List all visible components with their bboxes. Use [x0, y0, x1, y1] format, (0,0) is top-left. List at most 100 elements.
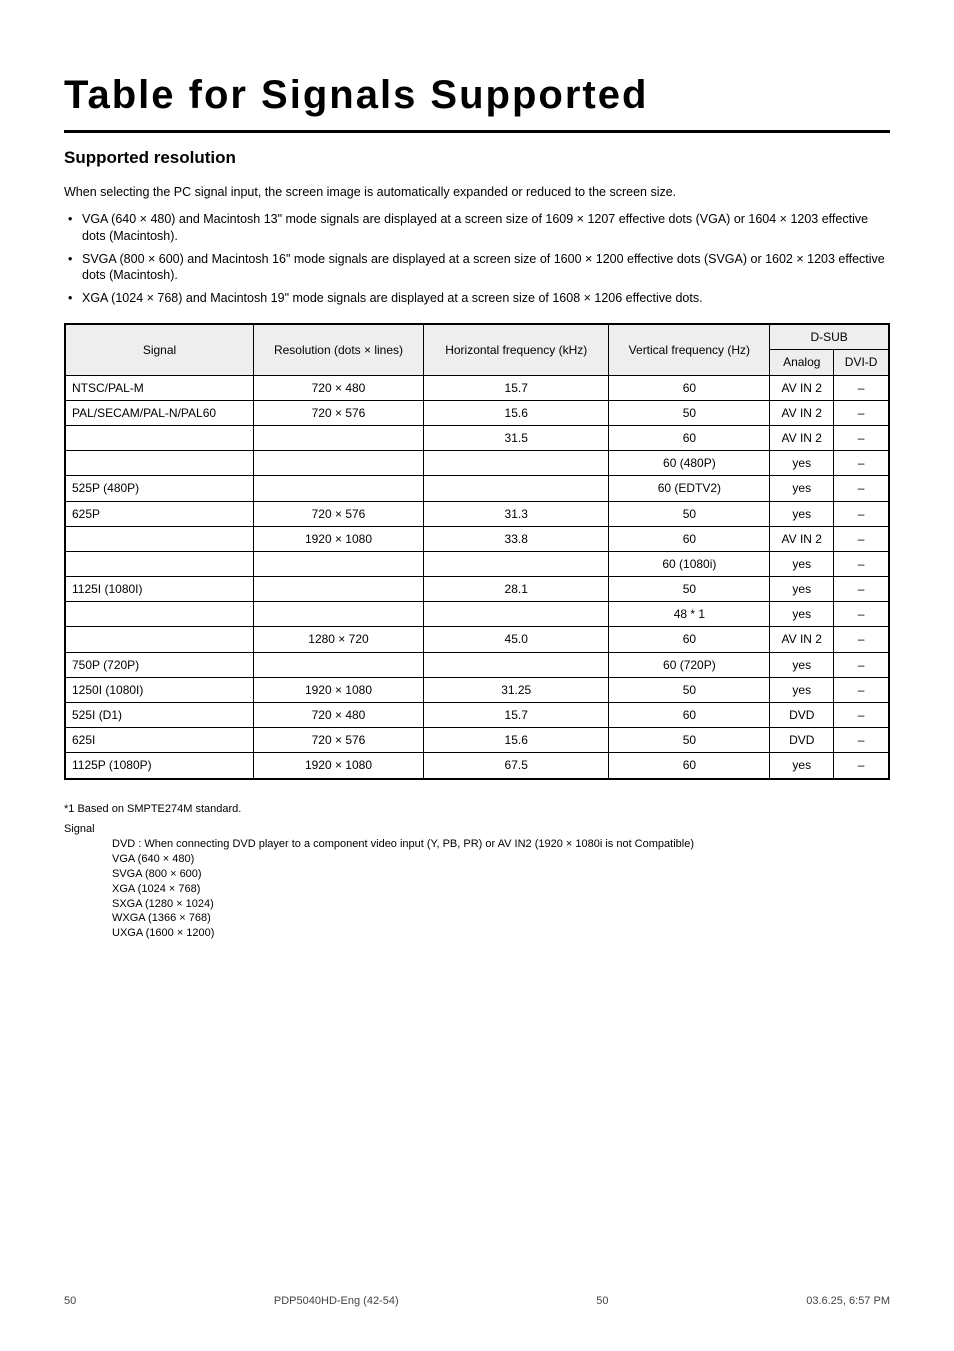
cell-signal — [65, 602, 254, 627]
note-signal-head: Signal — [64, 822, 890, 837]
note-line: VGA (640 × 480) — [64, 852, 890, 867]
cell-signal: 750P (720P) — [65, 652, 254, 677]
cell-hfreq: 28.1 — [423, 577, 609, 602]
list-item: VGA (640 × 480) and Macintosh 13" mode s… — [64, 211, 890, 245]
th-resolution: Resolution (dots × lines) — [254, 324, 424, 375]
cell-analog: yes — [770, 602, 834, 627]
list-item: SVGA (800 × 600) and Macintosh 16" mode … — [64, 251, 890, 285]
footer-date: 03.6.25, 6:57 PM — [806, 1294, 890, 1309]
cell-hfreq: 45.0 — [423, 627, 609, 652]
cell-vfreq: 60 (EDTV2) — [609, 476, 770, 501]
cell-signal: 1125I (1080I) — [65, 577, 254, 602]
cell-dvid: – — [834, 425, 889, 450]
cell-hfreq — [423, 476, 609, 501]
cell-dvid: – — [834, 375, 889, 400]
footer-center: PDP5040HD-Eng (42-54) — [274, 1294, 399, 1309]
cell-dvid: – — [834, 627, 889, 652]
th-analog: Analog — [770, 350, 834, 375]
footer-left: 50 — [64, 1294, 76, 1309]
note-line: DVD : When connecting DVD player to a co… — [64, 837, 890, 852]
cell-resolution: 720 × 480 — [254, 703, 424, 728]
cell-dvid: – — [834, 703, 889, 728]
cell-resolution: 720 × 576 — [254, 501, 424, 526]
cell-signal: 525P (480P) — [65, 476, 254, 501]
page-title: Table for Signals Supported — [64, 68, 890, 133]
cell-resolution — [254, 602, 424, 627]
cell-resolution — [254, 551, 424, 576]
cell-hfreq — [423, 451, 609, 476]
cell-signal — [65, 451, 254, 476]
cell-analog: AV IN 2 — [770, 627, 834, 652]
cell-hfreq: 67.5 — [423, 753, 609, 779]
cell-dvid: – — [834, 451, 889, 476]
cell-signal — [65, 526, 254, 551]
cell-hfreq — [423, 602, 609, 627]
cell-hfreq — [423, 652, 609, 677]
cell-hfreq: 31.25 — [423, 677, 609, 702]
cell-vfreq: 50 — [609, 400, 770, 425]
th-dsub: D-SUB — [770, 324, 889, 350]
cell-vfreq: 60 — [609, 526, 770, 551]
cell-signal: 625I — [65, 728, 254, 753]
cell-hfreq: 33.8 — [423, 526, 609, 551]
note-smpte: *1 Based on SMPTE274M standard. — [64, 802, 890, 817]
cell-analog: DVD — [770, 703, 834, 728]
cell-vfreq: 60 — [609, 753, 770, 779]
cell-dvid: – — [834, 476, 889, 501]
cell-resolution: 720 × 480 — [254, 375, 424, 400]
cell-hfreq: 15.7 — [423, 375, 609, 400]
note-line: UXGA (1600 × 1200) — [64, 926, 890, 941]
cell-analog: AV IN 2 — [770, 425, 834, 450]
cell-resolution: 1920 × 1080 — [254, 677, 424, 702]
th-vfreq: Vertical frequency (Hz) — [609, 324, 770, 375]
cell-signal: 1250I (1080I) — [65, 677, 254, 702]
cell-dvid: – — [834, 677, 889, 702]
cell-analog: AV IN 2 — [770, 400, 834, 425]
cell-signal: 525I (D1) — [65, 703, 254, 728]
cell-resolution: 1920 × 1080 — [254, 753, 424, 779]
cell-hfreq: 15.6 — [423, 400, 609, 425]
cell-vfreq: 60 (720P) — [609, 652, 770, 677]
th-hfreq: Horizontal frequency (kHz) — [423, 324, 609, 375]
note-line: XGA (1024 × 768) — [64, 882, 890, 897]
cell-signal: PAL/SECAM/PAL-N/PAL60 — [65, 400, 254, 425]
cell-hfreq: 15.6 — [423, 728, 609, 753]
cell-hfreq: 31.3 — [423, 501, 609, 526]
cell-resolution: 720 × 576 — [254, 400, 424, 425]
cell-resolution: 1920 × 1080 — [254, 526, 424, 551]
cell-dvid: – — [834, 400, 889, 425]
cell-vfreq: 50 — [609, 677, 770, 702]
section-subtitle: Supported resolution — [64, 147, 890, 170]
cell-signal — [65, 551, 254, 576]
note-line: SVGA (800 × 600) — [64, 867, 890, 882]
description: When selecting the PC signal input, the … — [64, 184, 890, 201]
cell-analog: DVD — [770, 728, 834, 753]
cell-dvid: – — [834, 551, 889, 576]
cell-analog: yes — [770, 577, 834, 602]
cell-resolution — [254, 652, 424, 677]
cell-vfreq: 60 — [609, 627, 770, 652]
cell-dvid: – — [834, 728, 889, 753]
cell-dvid: – — [834, 753, 889, 779]
th-dvid: DVI-D — [834, 350, 889, 375]
cell-vfreq: 50 — [609, 501, 770, 526]
cell-hfreq — [423, 551, 609, 576]
cell-dvid: – — [834, 501, 889, 526]
cell-resolution — [254, 425, 424, 450]
cell-analog: AV IN 2 — [770, 375, 834, 400]
cell-resolution — [254, 476, 424, 501]
cell-resolution: 720 × 576 — [254, 728, 424, 753]
cell-signal — [65, 627, 254, 652]
note-line: WXGA (1366 × 768) — [64, 911, 890, 926]
cell-analog: yes — [770, 677, 834, 702]
footer-page: 50 — [596, 1294, 608, 1309]
table-notes: *1 Based on SMPTE274M standard. Signal D… — [64, 802, 890, 942]
signals-table: Signal Resolution (dots × lines) Horizon… — [64, 323, 890, 779]
cell-dvid: – — [834, 652, 889, 677]
cell-vfreq: 50 — [609, 728, 770, 753]
cell-resolution — [254, 451, 424, 476]
list-item: XGA (1024 × 768) and Macintosh 19" mode … — [64, 290, 890, 307]
cell-hfreq: 31.5 — [423, 425, 609, 450]
cell-signal: 625P — [65, 501, 254, 526]
cell-analog: yes — [770, 753, 834, 779]
